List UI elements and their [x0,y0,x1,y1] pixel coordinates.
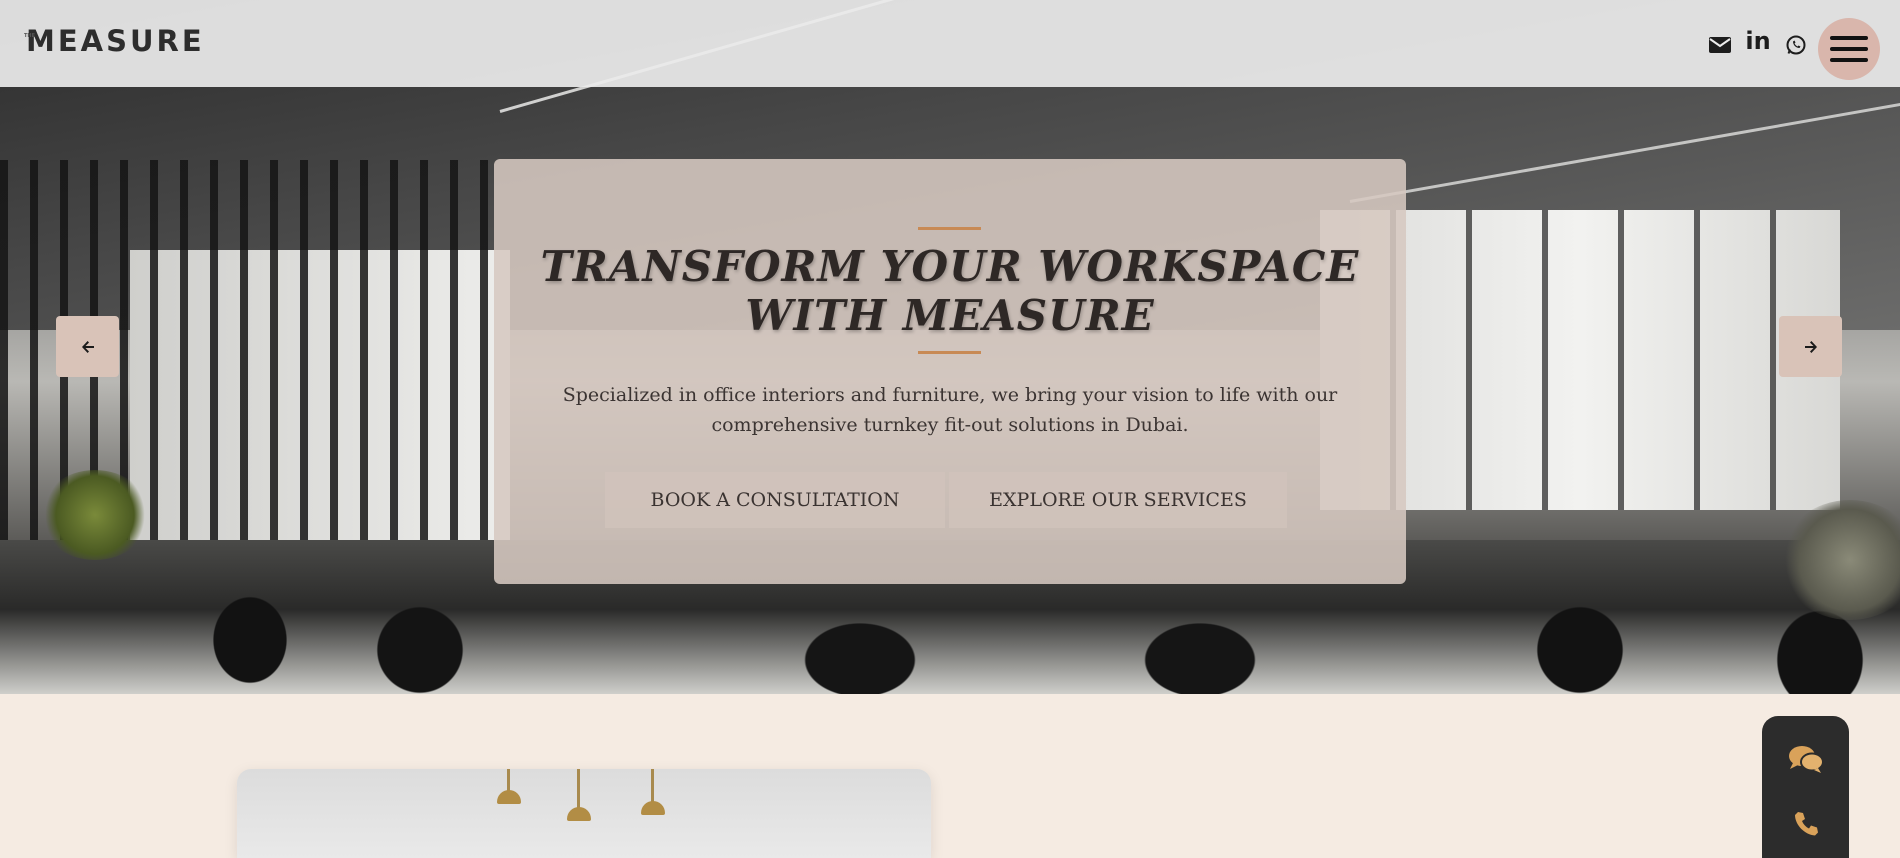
phone-icon [1795,812,1818,836]
linkedin-link[interactable]: in [1745,27,1771,55]
hero-title-line2: WITH MEASURE [745,291,1155,340]
arrow-left-icon [81,340,94,353]
whatsapp-icon [1786,35,1806,55]
menu-button[interactable] [1818,18,1880,80]
hamburger-menu-icon [1830,36,1868,40]
logo-text: MEASURE [26,24,205,58]
hero-title: TRANSFORM YOUR WORKSPACE WITH MEASURE [514,242,1386,340]
slider-next-button[interactable] [1779,316,1842,377]
arrow-right-icon [1804,340,1817,353]
chat-button[interactable] [1786,742,1826,778]
title-divider-bottom [918,351,981,354]
hero-description: Specialized in office interiors and furn… [562,384,1338,436]
site-logo[interactable]: THE MEASURE [24,24,205,58]
explore-services-button[interactable]: EXPLORE OUR SERVICES [949,472,1287,528]
whatsapp-link[interactable] [1783,32,1809,58]
slider-prev-button[interactable] [56,316,119,377]
feature-image-card [237,769,931,858]
logo-prefix: THE [24,33,36,39]
chat-bubbles-icon [1789,746,1824,773]
linkedin-icon: in [1745,27,1771,55]
title-divider-top [918,227,981,230]
hero-content-panel: TRANSFORM YOUR WORKSPACE WITH MEASURE Sp… [494,159,1406,584]
email-link[interactable] [1707,32,1733,58]
floating-contact-widget [1762,716,1849,858]
hero-title-line1: TRANSFORM YOUR WORKSPACE [540,242,1360,291]
call-button[interactable] [1786,806,1826,842]
book-consultation-button[interactable]: BOOK A CONSULTATION [605,472,945,528]
envelope-icon [1709,37,1731,53]
hero-slider: TRANSFORM YOUR WORKSPACE WITH MEASURE Sp… [0,0,1900,694]
site-header: THE MEASURE in [0,0,1900,87]
